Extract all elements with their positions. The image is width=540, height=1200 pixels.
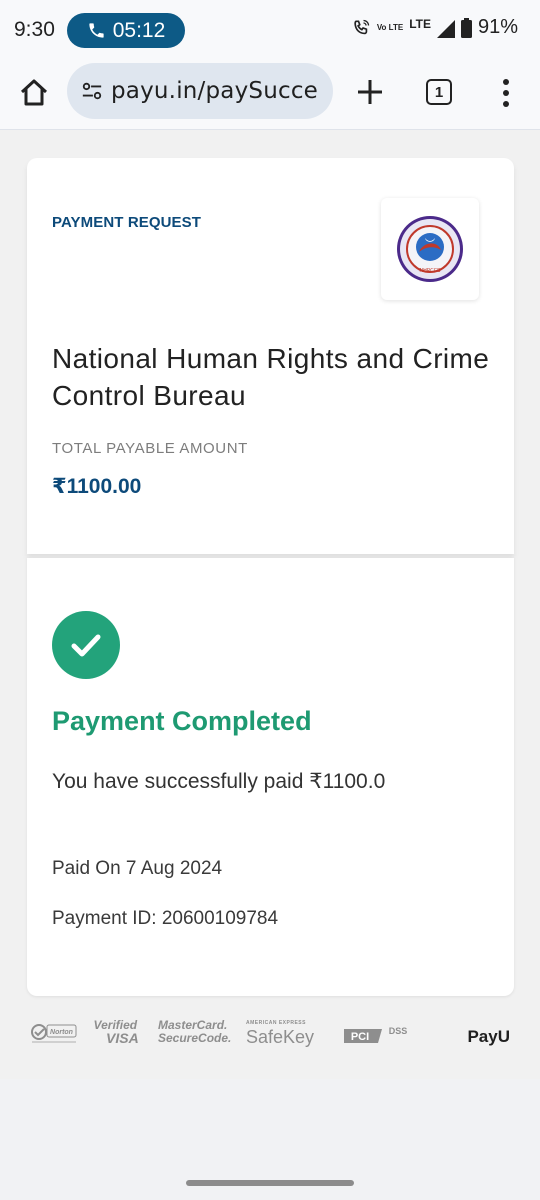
overflow-menu-icon[interactable] bbox=[496, 79, 516, 107]
payment-request-label: PAYMENT REQUEST bbox=[52, 214, 202, 231]
pci-dss-badge: PCI DSS bbox=[342, 1025, 412, 1049]
merchant-seal-icon: NHRCCB bbox=[397, 216, 463, 282]
phone-icon bbox=[89, 23, 104, 38]
svg-text:PCI: PCI bbox=[351, 1031, 369, 1043]
browser-toolbar: payu.in/paySucce 1 bbox=[0, 62, 540, 130]
norton-badge: Norton bbox=[30, 1023, 78, 1047]
total-payable-amount: ₹1100.00 bbox=[52, 475, 142, 498]
svg-text:Norton: Norton bbox=[50, 1029, 73, 1036]
battery-percent: 91% bbox=[477, 16, 518, 38]
merchant-logo: NHRCCB bbox=[381, 198, 479, 300]
tab-switcher-button[interactable]: 1 bbox=[426, 79, 452, 105]
home-icon[interactable] bbox=[18, 77, 50, 109]
merchant-name: National Human Rights and Crime Control … bbox=[52, 343, 490, 411]
svg-text:DSS: DSS bbox=[389, 1026, 408, 1036]
new-tab-icon[interactable] bbox=[354, 76, 386, 108]
amex-safekey-badge: AMERICAN EXPRESS SafeKey bbox=[246, 1020, 315, 1047]
address-bar[interactable]: payu.in/paySucce bbox=[67, 63, 333, 119]
url-text: payu.in/paySucce bbox=[111, 78, 319, 104]
site-settings-icon[interactable] bbox=[81, 80, 103, 102]
volte-indicator: Vo LTE bbox=[376, 23, 404, 32]
status-icons: Vo LTE LTE 91% bbox=[351, 16, 518, 39]
payment-status-card: Payment Completed You have successfully … bbox=[27, 558, 514, 996]
mastercard-securecode-badge: MasterCard. SecureCode. bbox=[158, 1018, 232, 1045]
status-time: 9:30 bbox=[14, 18, 55, 41]
security-badges: Norton Verified VISA MasterCard. SecureC… bbox=[30, 1019, 510, 1059]
payment-status-message: You have successfully paid ₹1100.0 bbox=[52, 770, 386, 793]
call-timer: 05:12 bbox=[112, 18, 166, 42]
total-payable-label: TOTAL PAYABLE AMOUNT bbox=[52, 440, 248, 457]
ongoing-call-chip[interactable]: 05:12 bbox=[67, 13, 185, 48]
paid-on-date: Paid On 7 Aug 2024 bbox=[52, 858, 223, 879]
payment-id: Payment ID: 20600109784 bbox=[52, 908, 279, 929]
battery-icon bbox=[460, 17, 472, 38]
success-check-icon bbox=[52, 611, 120, 679]
page-content: PAYMENT REQUEST NHRCCB National Human Ri… bbox=[0, 131, 540, 1079]
payment-status-title: Payment Completed bbox=[52, 706, 312, 736]
payment-request-card: PAYMENT REQUEST NHRCCB National Human Ri… bbox=[27, 158, 514, 554]
verified-by-visa-badge: Verified VISA bbox=[93, 1018, 139, 1046]
status-bar: 9:30 05:12 Vo LTE LTE 91% bbox=[0, 0, 540, 62]
signal-icon bbox=[436, 19, 455, 38]
payu-logo: PayU bbox=[467, 1027, 510, 1046]
svg-text:NHRCCB: NHRCCB bbox=[419, 268, 441, 274]
lte-label: LTE bbox=[409, 16, 431, 31]
gesture-navigation-bar[interactable] bbox=[186, 1180, 354, 1186]
wifi-calling-icon bbox=[354, 19, 369, 34]
